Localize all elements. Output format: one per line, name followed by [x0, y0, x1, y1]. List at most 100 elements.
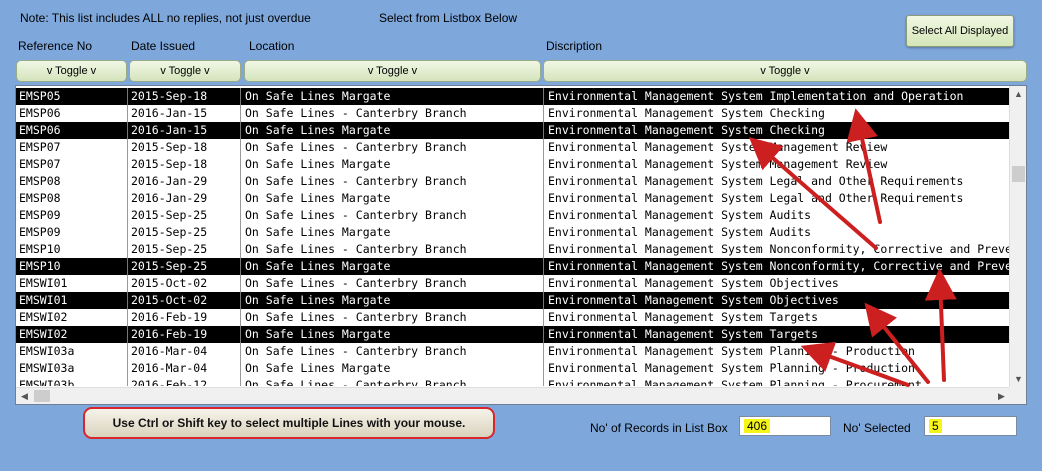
column-header-date: Date Issued — [131, 39, 196, 53]
row-reference: EMSWI02 — [19, 326, 128, 343]
selected-count-label: No' Selected — [843, 421, 911, 435]
row-location: On Safe Lines Margate — [245, 156, 544, 173]
row-location: On Safe Lines - Canterbry Branch — [245, 207, 544, 224]
row-description: Environmental Management System Nonconfo… — [548, 259, 1010, 273]
row-date: 2016-Feb-12 — [131, 377, 241, 386]
instruction-callout: Use Ctrl or Shift key to select multiple… — [83, 407, 495, 439]
list-row[interactable]: EMSP07 2015-Sep-18 On Safe Lines - Canterb… — [16, 139, 1010, 156]
row-description: Environmental Management System Manageme… — [548, 157, 888, 171]
row-location: On Safe Lines - Canterbry Branch — [245, 275, 544, 292]
row-description: Environmental Management System Manageme… — [548, 140, 888, 154]
records-count-label: No' of Records in List Box — [590, 421, 728, 435]
row-location: On Safe Lines - Canterbry Branch — [245, 241, 544, 258]
row-reference: EMSP10 — [19, 241, 128, 258]
row-reference: EMSWI03a — [19, 360, 128, 377]
list-row[interactable]: EMSWI01 2015-Oct-02 On Safe Lines - Canter… — [16, 275, 1010, 292]
records-count-field: 406 — [739, 416, 831, 436]
row-location: On Safe Lines - Canterbry Branch — [245, 377, 544, 386]
row-date: 2016-Mar-04 — [131, 343, 241, 360]
records-count-value: 406 — [744, 419, 771, 433]
list-row[interactable]: EMSWI03a 2016-Mar-04 On Safe Lines Margate… — [16, 360, 1010, 377]
list-row[interactable]: EMSWI03b 2016-Feb-12 On Safe Lines - Cante… — [16, 377, 1010, 386]
row-date: 2015-Sep-25 — [131, 258, 241, 275]
row-location: On Safe Lines Margate — [245, 88, 544, 105]
row-date: 2015-Sep-18 — [131, 156, 241, 173]
selected-count-field: 5 — [924, 416, 1017, 436]
row-location: On Safe Lines - Canterbry Branch — [245, 105, 544, 122]
row-reference: EMSWI01 — [19, 292, 128, 309]
select-hint: Select from Listbox Below — [379, 11, 518, 25]
row-date: 2015-Sep-25 — [131, 224, 241, 241]
row-description: Environmental Management System Audits — [548, 225, 812, 239]
row-date: 2015-Sep-18 — [131, 139, 241, 156]
column-header-reference: Reference No — [18, 39, 93, 53]
list-row[interactable]: EMSP05 2015-Sep-18 On Safe Lines Margate En… — [16, 88, 1010, 105]
vertical-scrollbar[interactable]: ▲ ▼ — [1009, 86, 1026, 387]
select-all-button[interactable]: Select All Displayed — [906, 15, 1014, 47]
row-date: 2015-Sep-18 — [131, 88, 241, 105]
toggle-date-button[interactable]: v Toggle v — [129, 60, 241, 82]
scroll-up-icon[interactable]: ▲ — [1010, 86, 1026, 102]
row-location: On Safe Lines Margate — [245, 122, 544, 139]
row-description: Environmental Management System Planning… — [548, 378, 922, 386]
column-header-description: Discription — [546, 39, 603, 53]
row-reference: EMSP06 — [19, 105, 128, 122]
row-reference: EMSP09 — [19, 207, 128, 224]
list-row[interactable]: EMSP09 2015-Sep-25 On Safe Lines Margate En… — [16, 224, 1010, 241]
list-row[interactable]: EMSWI02 2016-Feb-19 On Safe Lines - Canter… — [16, 309, 1010, 326]
row-description: Environmental Management System Checking — [548, 106, 825, 120]
note-text: Note: This list includes ALL no replies,… — [20, 11, 311, 25]
row-location: On Safe Lines - Canterbry Branch — [245, 139, 544, 156]
list-row[interactable]: EMSP10 2015-Sep-25 On Safe Lines Margate En… — [16, 258, 1010, 275]
row-description: Environmental Management System Objectiv… — [548, 276, 839, 290]
row-description: Environmental Management System Objectiv… — [548, 293, 839, 307]
row-date: 2016-Jan-29 — [131, 190, 241, 207]
list-row[interactable]: EMSP09 2015-Sep-25 On Safe Lines - Canterb… — [16, 207, 1010, 224]
row-description: Environmental Management System Checking — [548, 123, 825, 137]
row-date: 2016-Jan-15 — [131, 105, 241, 122]
list-row[interactable]: EMSP07 2015-Sep-18 On Safe Lines Margate En… — [16, 156, 1010, 173]
row-reference: EMSP08 — [19, 173, 128, 190]
row-location: On Safe Lines - Canterbry Branch — [245, 343, 544, 360]
list-row[interactable]: EMSWI01 2015-Oct-02 On Safe Lines Margate E… — [16, 292, 1010, 309]
records-listbox[interactable]: EMSP05 2015-Sep-18 On Safe Lines Margate En… — [15, 85, 1027, 405]
toggle-reference-button[interactable]: v Toggle v — [16, 60, 127, 82]
row-reference: EMSP09 — [19, 224, 128, 241]
row-location: On Safe Lines - Canterbry Branch — [245, 173, 544, 190]
row-date: 2016-Jan-15 — [131, 122, 241, 139]
row-description: Environmental Management System Targets — [548, 310, 819, 324]
row-date: 2016-Feb-19 — [131, 309, 241, 326]
list-row[interactable]: EMSP08 2016-Jan-29 On Safe Lines Margate En… — [16, 190, 1010, 207]
scroll-left-icon[interactable]: ◀ — [16, 388, 33, 404]
row-location: On Safe Lines Margate — [245, 190, 544, 207]
horizontal-scroll-thumb[interactable] — [34, 390, 50, 402]
row-description: Environmental Management System Audits — [548, 208, 812, 222]
row-description: Environmental Management System Implemen… — [548, 89, 964, 103]
row-location: On Safe Lines Margate — [245, 292, 544, 309]
listbox-rows: EMSP05 2015-Sep-18 On Safe Lines Margate En… — [16, 86, 1010, 386]
selected-count-value: 5 — [929, 419, 942, 433]
toggle-location-button[interactable]: v Toggle v — [244, 60, 541, 82]
row-location: On Safe Lines Margate — [245, 326, 544, 343]
list-row[interactable]: EMSWI02 2016-Feb-19 On Safe Lines Margate E… — [16, 326, 1010, 343]
row-reference: EMSP10 — [19, 258, 128, 275]
list-row[interactable]: EMSP06 2016-Jan-15 On Safe Lines Margate En… — [16, 122, 1010, 139]
list-row[interactable]: EMSP06 2016-Jan-15 On Safe Lines - Canterb… — [16, 105, 1010, 122]
row-reference: EMSWI03b — [19, 377, 128, 386]
list-row[interactable]: EMSP10 2015-Sep-25 On Safe Lines - Canterb… — [16, 241, 1010, 258]
row-reference: EMSP07 — [19, 156, 128, 173]
row-reference: EMSP08 — [19, 190, 128, 207]
row-reference: EMSP06 — [19, 122, 128, 139]
row-location: On Safe Lines Margate — [245, 360, 544, 377]
list-row[interactable]: EMSP08 2016-Jan-29 On Safe Lines - Canterb… — [16, 173, 1010, 190]
row-location: On Safe Lines Margate — [245, 224, 544, 241]
scroll-down-icon[interactable]: ▼ — [1010, 371, 1026, 387]
column-header-location: Location — [249, 39, 295, 53]
horizontal-scrollbar[interactable]: ◀ ▶ — [16, 387, 1010, 404]
list-row[interactable]: EMSWI03a 2016-Mar-04 On Safe Lines - Cante… — [16, 343, 1010, 360]
row-description: Environmental Management System Planning… — [548, 344, 915, 358]
vertical-scroll-thumb[interactable] — [1012, 166, 1025, 182]
toggle-description-button[interactable]: v Toggle v — [543, 60, 1027, 82]
row-reference: EMSP05 — [19, 88, 128, 105]
scroll-right-icon[interactable]: ▶ — [993, 388, 1010, 404]
